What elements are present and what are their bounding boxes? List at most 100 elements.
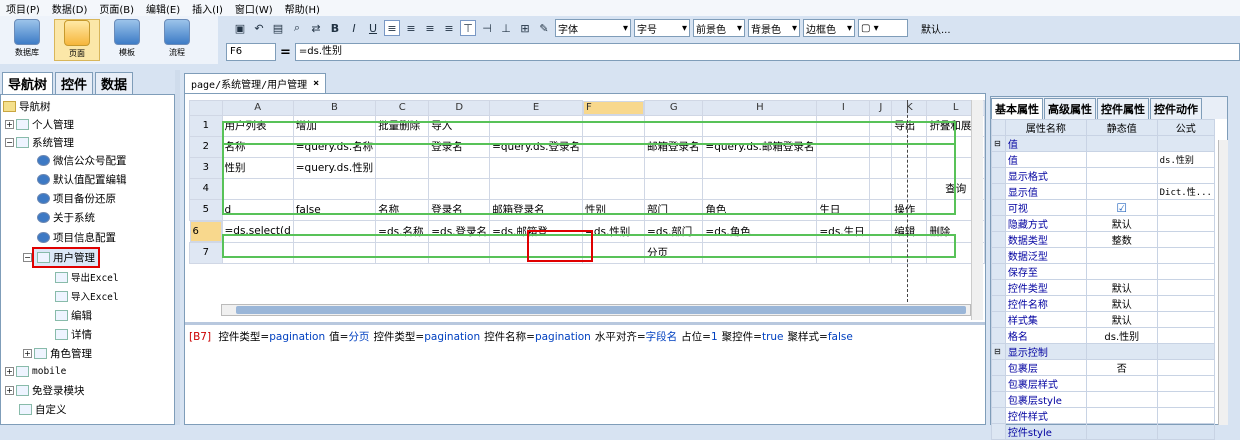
collapse-icon[interactable]: − <box>23 252 32 262</box>
prop-formula[interactable] <box>1156 295 1216 312</box>
menu-window[interactable]: 窗口(W) <box>235 1 273 16</box>
prop-formula[interactable] <box>1156 215 1216 232</box>
menu-page[interactable]: 页面(B) <box>99 1 134 16</box>
align-right-icon[interactable]: ≡ <box>422 20 438 36</box>
tree-item-about[interactable]: 关于系统 <box>37 208 95 226</box>
column-header[interactable]: J <box>869 100 893 116</box>
prop-formula[interactable] <box>1156 231 1216 248</box>
corner-cell[interactable] <box>189 100 223 116</box>
prop-static-value[interactable] <box>1085 247 1158 264</box>
border-style-select[interactable]: ▢ ▾ <box>858 19 908 37</box>
column-header[interactable]: H <box>702 100 818 116</box>
tree-item-edit[interactable]: 编辑 <box>55 306 92 324</box>
tree-item-backup[interactable]: 项目备份还原 <box>37 189 116 207</box>
tab-basic-props[interactable]: 基本属性 <box>991 98 1043 119</box>
tree-item-user-management[interactable]: − 用户管理 <box>23 246 100 268</box>
tree-item-import-excel[interactable]: 导入Excel <box>55 287 119 305</box>
prop-formula[interactable] <box>1156 407 1216 424</box>
prop-static-value[interactable]: 整数 <box>1085 231 1158 248</box>
tab-advanced-props[interactable]: 高级属性 <box>1044 98 1096 119</box>
tree-item-defaults[interactable]: 默认值配置编辑 <box>37 170 127 188</box>
save-icon[interactable]: ▣ <box>232 20 248 36</box>
prop-formula[interactable] <box>1156 375 1216 392</box>
collapse-icon[interactable]: − <box>5 137 14 147</box>
document-tab[interactable]: page/系统管理/用户管理 × <box>184 73 327 93</box>
row-header[interactable]: 1 <box>189 114 223 137</box>
align-left-icon[interactable]: ≡ <box>384 20 400 36</box>
italic-icon[interactable]: I <box>346 20 362 36</box>
row-header[interactable]: 7 <box>189 241 223 264</box>
prop-formula[interactable] <box>1156 391 1216 408</box>
prop-static-value[interactable]: 默认 <box>1085 215 1158 232</box>
tree-item-export-excel[interactable]: 导出Excel <box>55 268 119 286</box>
valign-bottom-icon[interactable]: ⊥ <box>498 20 514 36</box>
size-select[interactable]: 字号 ▾ <box>634 19 690 37</box>
font-select[interactable]: 字体 ▾ <box>555 19 631 37</box>
align-center-icon[interactable]: ≡ <box>403 20 419 36</box>
tree-item-personal[interactable]: + 个人管理 <box>5 115 74 133</box>
prop-static-value[interactable]: ds.性别 <box>1085 327 1158 344</box>
tree-item-role-management[interactable]: + 角色管理 <box>23 344 92 362</box>
tree-item-wechat[interactable]: 微信公众号配置 <box>37 151 127 169</box>
prop-formula[interactable] <box>1156 279 1216 296</box>
prop-static-value[interactable] <box>1085 151 1158 168</box>
replace-icon[interactable]: ⇄ <box>308 20 324 36</box>
prop-formula[interactable] <box>1156 311 1216 328</box>
row-header[interactable]: 5 <box>189 198 223 221</box>
prop-formula[interactable] <box>1156 247 1216 264</box>
prop-static-value[interactable] <box>1085 135 1158 152</box>
fg-color-select[interactable]: 前景色 ▾ <box>693 19 745 37</box>
tab-control-props[interactable]: 控件属性 <box>1097 98 1149 119</box>
scroll-thumb[interactable] <box>236 306 966 314</box>
column-header[interactable]: G <box>644 100 704 116</box>
bold-icon[interactable]: B <box>327 20 343 36</box>
valign-middle-icon[interactable]: ⊣ <box>479 20 495 36</box>
prop-static-value[interactable] <box>1085 423 1158 440</box>
expand-icon[interactable]: + <box>5 119 14 129</box>
tree-root[interactable]: 导航树 <box>3 97 51 115</box>
database-button[interactable]: 数据库 <box>4 19 50 61</box>
column-header[interactable]: K <box>891 100 928 116</box>
menu-edit[interactable]: 编辑(E) <box>146 1 180 16</box>
horizontal-scrollbar[interactable] <box>221 304 971 316</box>
prop-formula[interactable] <box>1156 135 1216 152</box>
prop-static-value[interactable] <box>1085 183 1158 200</box>
tree-item-mobile[interactable]: + mobile <box>5 362 66 380</box>
tab-controls[interactable]: 控件 <box>55 72 94 94</box>
prop-formula[interactable] <box>1156 327 1216 344</box>
expand-icon[interactable]: + <box>23 348 32 358</box>
column-header[interactable]: A <box>221 100 294 116</box>
tab-nav-tree[interactable]: 导航树 <box>2 72 54 94</box>
tree-item-no-login[interactable]: + 免登录模块 <box>5 381 85 399</box>
prop-static-value[interactable] <box>1085 167 1158 184</box>
row-header[interactable]: 4 <box>189 177 223 200</box>
prop-static-value[interactable]: ☑ <box>1085 199 1158 216</box>
prop-formula[interactable] <box>1156 167 1216 184</box>
border-color-select[interactable]: 边框色 ▾ <box>803 19 855 37</box>
menu-data[interactable]: 数据(D) <box>52 1 88 16</box>
menu-help[interactable]: 帮助(H) <box>285 1 320 16</box>
formula-input[interactable]: =ds.性别 <box>294 43 1240 61</box>
prop-formula[interactable] <box>1156 263 1216 280</box>
column-header[interactable]: F <box>583 100 645 115</box>
prop-formula[interactable] <box>1156 359 1216 376</box>
tree-item-custom[interactable]: 自定义 <box>19 400 67 418</box>
prop-formula[interactable] <box>1156 343 1216 360</box>
tree-item-project-info[interactable]: 项目信息配置 <box>37 228 116 246</box>
prop-formula[interactable]: ds.性别 <box>1156 151 1216 168</box>
prop-static-value[interactable]: 默认 <box>1085 295 1158 312</box>
page-button[interactable]: 页面 <box>54 19 100 61</box>
column-header[interactable]: D <box>428 100 491 116</box>
column-header[interactable]: E <box>489 100 584 116</box>
flow-button[interactable]: 流程 <box>154 19 200 61</box>
tab-data[interactable]: 数据 <box>95 72 134 94</box>
prop-static-value[interactable]: 默认 <box>1085 311 1158 328</box>
prop-static-value[interactable] <box>1085 375 1158 392</box>
template-button[interactable]: 模板 <box>104 19 150 61</box>
justify-icon[interactable]: ≡ <box>441 20 457 36</box>
prop-static-value[interactable] <box>1085 263 1158 280</box>
prop-formula[interactable] <box>1156 199 1216 216</box>
tree-item-system[interactable]: − 系统管理 <box>5 133 74 151</box>
merge-icon[interactable]: ⊞ <box>517 20 533 36</box>
prop-static-value[interactable] <box>1085 343 1158 360</box>
